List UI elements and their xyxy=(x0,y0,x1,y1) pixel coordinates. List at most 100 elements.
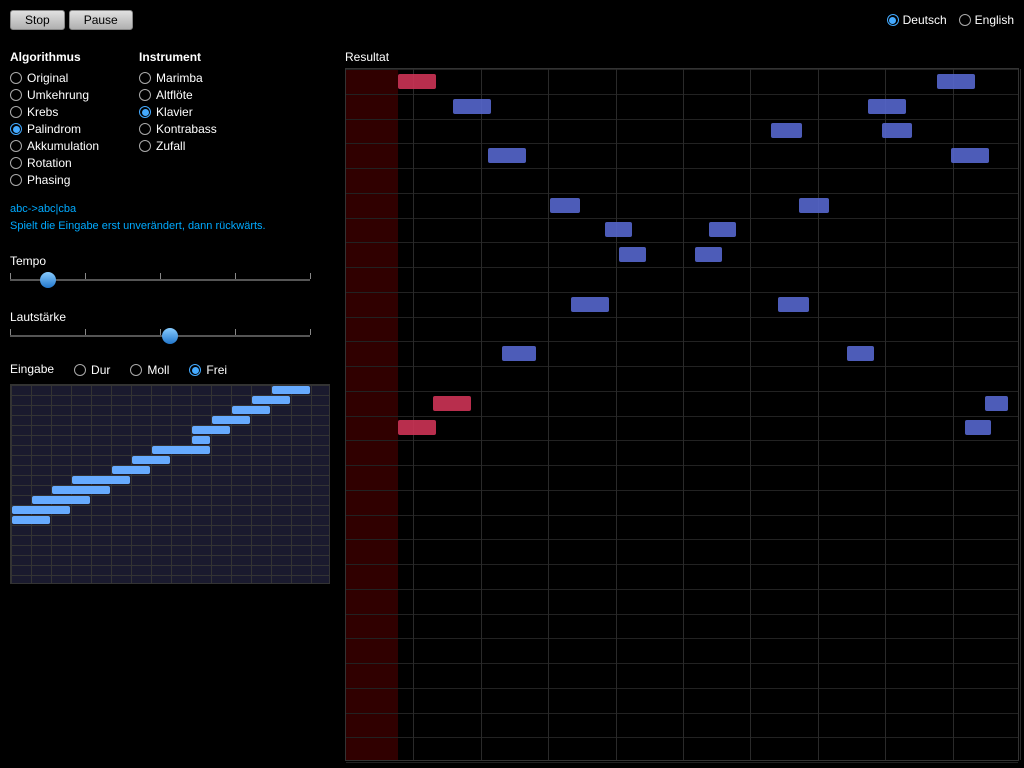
algo-krebs[interactable]: Krebs xyxy=(10,105,99,119)
result-vline xyxy=(1020,69,1021,760)
algo-original-radio[interactable] xyxy=(10,72,22,84)
inst-klavier-radio[interactable] xyxy=(139,106,151,118)
input-note[interactable] xyxy=(72,476,130,484)
result-hline xyxy=(346,267,1018,268)
algo-akkumulation[interactable]: Akkumulation xyxy=(10,139,99,153)
tempo-label: Tempo xyxy=(10,254,340,268)
result-hline xyxy=(346,119,1018,120)
eingabe-section: Eingabe Dur Moll Frei xyxy=(10,362,340,584)
top-bar: Stop Pause Deutsch English xyxy=(10,10,1014,30)
result-vline xyxy=(616,69,617,760)
result-hline xyxy=(346,168,1018,169)
result-vline xyxy=(683,69,684,760)
result-note xyxy=(571,297,609,312)
inst-klavier[interactable]: Klavier xyxy=(139,105,217,119)
eingabe-dur-radio[interactable] xyxy=(74,364,86,376)
inst-marimba-label: Marimba xyxy=(156,71,203,85)
input-note[interactable] xyxy=(152,446,210,454)
lang-english[interactable]: English xyxy=(959,13,1014,27)
input-note[interactable] xyxy=(52,486,110,494)
eingabe-frei[interactable]: Frei xyxy=(189,363,227,377)
inst-zufall[interactable]: Zufall xyxy=(139,139,217,153)
result-note xyxy=(771,123,801,138)
result-vline xyxy=(548,69,549,760)
input-note[interactable] xyxy=(192,426,230,434)
input-note[interactable] xyxy=(32,496,90,504)
algo-umkehrung[interactable]: Umkehrung xyxy=(10,88,99,102)
result-note xyxy=(453,99,491,114)
pause-button[interactable]: Pause xyxy=(69,10,133,30)
lang-deutsch-radio[interactable] xyxy=(887,14,899,26)
inst-altfloete[interactable]: Altflöte xyxy=(139,88,217,102)
result-vline xyxy=(413,69,414,760)
lautstaerke-label: Lautstärke xyxy=(10,310,340,324)
algo-rotation[interactable]: Rotation xyxy=(10,156,99,170)
lautstaerke-track[interactable] xyxy=(10,335,310,337)
tempo-track[interactable] xyxy=(10,279,310,281)
eingabe-label: Eingabe xyxy=(10,362,54,376)
inst-zufall-radio[interactable] xyxy=(139,140,151,152)
eingabe-frei-radio[interactable] xyxy=(189,364,201,376)
result-hline xyxy=(346,242,1018,243)
inst-marimba-radio[interactable] xyxy=(139,72,151,84)
result-grid xyxy=(345,68,1019,761)
tempo-thumb[interactable] xyxy=(40,272,56,288)
result-hline xyxy=(346,614,1018,615)
input-note[interactable] xyxy=(212,416,250,424)
result-note xyxy=(868,99,906,114)
algo-rotation-radio[interactable] xyxy=(10,157,22,169)
algo-palindrom[interactable]: Palindrom xyxy=(10,122,99,136)
algo-phasing-radio[interactable] xyxy=(10,174,22,186)
result-hline xyxy=(346,416,1018,417)
result-hline xyxy=(346,737,1018,738)
input-note[interactable] xyxy=(132,456,170,464)
lang-english-radio[interactable] xyxy=(959,14,971,26)
stop-button[interactable]: Stop xyxy=(10,10,65,30)
eingabe-dur[interactable]: Dur xyxy=(74,363,110,377)
right-panel: Resultat xyxy=(345,50,1019,763)
lang-deutsch[interactable]: Deutsch xyxy=(887,13,947,27)
inst-marimba[interactable]: Marimba xyxy=(139,71,217,85)
result-hline xyxy=(346,589,1018,590)
result-note xyxy=(695,247,722,262)
result-note xyxy=(965,420,992,435)
input-note[interactable] xyxy=(252,396,290,404)
result-vline xyxy=(750,69,751,760)
inst-kontrabass[interactable]: Kontrabass xyxy=(139,122,217,136)
input-note[interactable] xyxy=(112,466,150,474)
inst-zufall-label: Zufall xyxy=(156,139,185,153)
instrument-title: Instrument xyxy=(139,50,217,64)
algo-palindrom-radio[interactable] xyxy=(10,123,22,135)
result-note xyxy=(847,346,874,361)
algo-phasing[interactable]: Phasing xyxy=(10,173,99,187)
input-note[interactable] xyxy=(12,506,70,514)
description-text: Spielt die Eingabe erst unverändert, dan… xyxy=(10,218,340,235)
result-hline xyxy=(346,663,1018,664)
piano-roll-grid[interactable] xyxy=(10,384,330,584)
input-note[interactable] xyxy=(272,386,310,394)
algo-akkumulation-radio[interactable] xyxy=(10,140,22,152)
lautstaerke-section: Lautstärke xyxy=(10,310,340,346)
result-hline xyxy=(346,366,1018,367)
inst-altfloete-radio[interactable] xyxy=(139,89,151,101)
eingabe-dur-label: Dur xyxy=(91,363,110,377)
input-note[interactable] xyxy=(12,516,50,524)
lautstaerke-thumb[interactable] xyxy=(162,328,178,344)
algo-umkehrung-radio[interactable] xyxy=(10,89,22,101)
result-note xyxy=(398,420,436,435)
algo-original[interactable]: Original xyxy=(10,71,99,85)
input-note[interactable] xyxy=(192,436,210,444)
result-hline xyxy=(346,539,1018,540)
eingabe-row: Eingabe Dur Moll Frei xyxy=(10,362,340,378)
input-note[interactable] xyxy=(232,406,270,414)
algo-krebs-label: Krebs xyxy=(27,105,58,119)
eingabe-moll-radio[interactable] xyxy=(130,364,142,376)
inst-klavier-label: Klavier xyxy=(156,105,193,119)
result-note xyxy=(550,198,580,213)
result-note xyxy=(709,222,736,237)
eingabe-moll[interactable]: Moll xyxy=(130,363,169,377)
inst-kontrabass-radio[interactable] xyxy=(139,123,151,135)
result-hline xyxy=(346,515,1018,516)
algorithm-section: Algorithmus Original Umkehrung Krebs Pal… xyxy=(10,50,99,187)
algo-krebs-radio[interactable] xyxy=(10,106,22,118)
